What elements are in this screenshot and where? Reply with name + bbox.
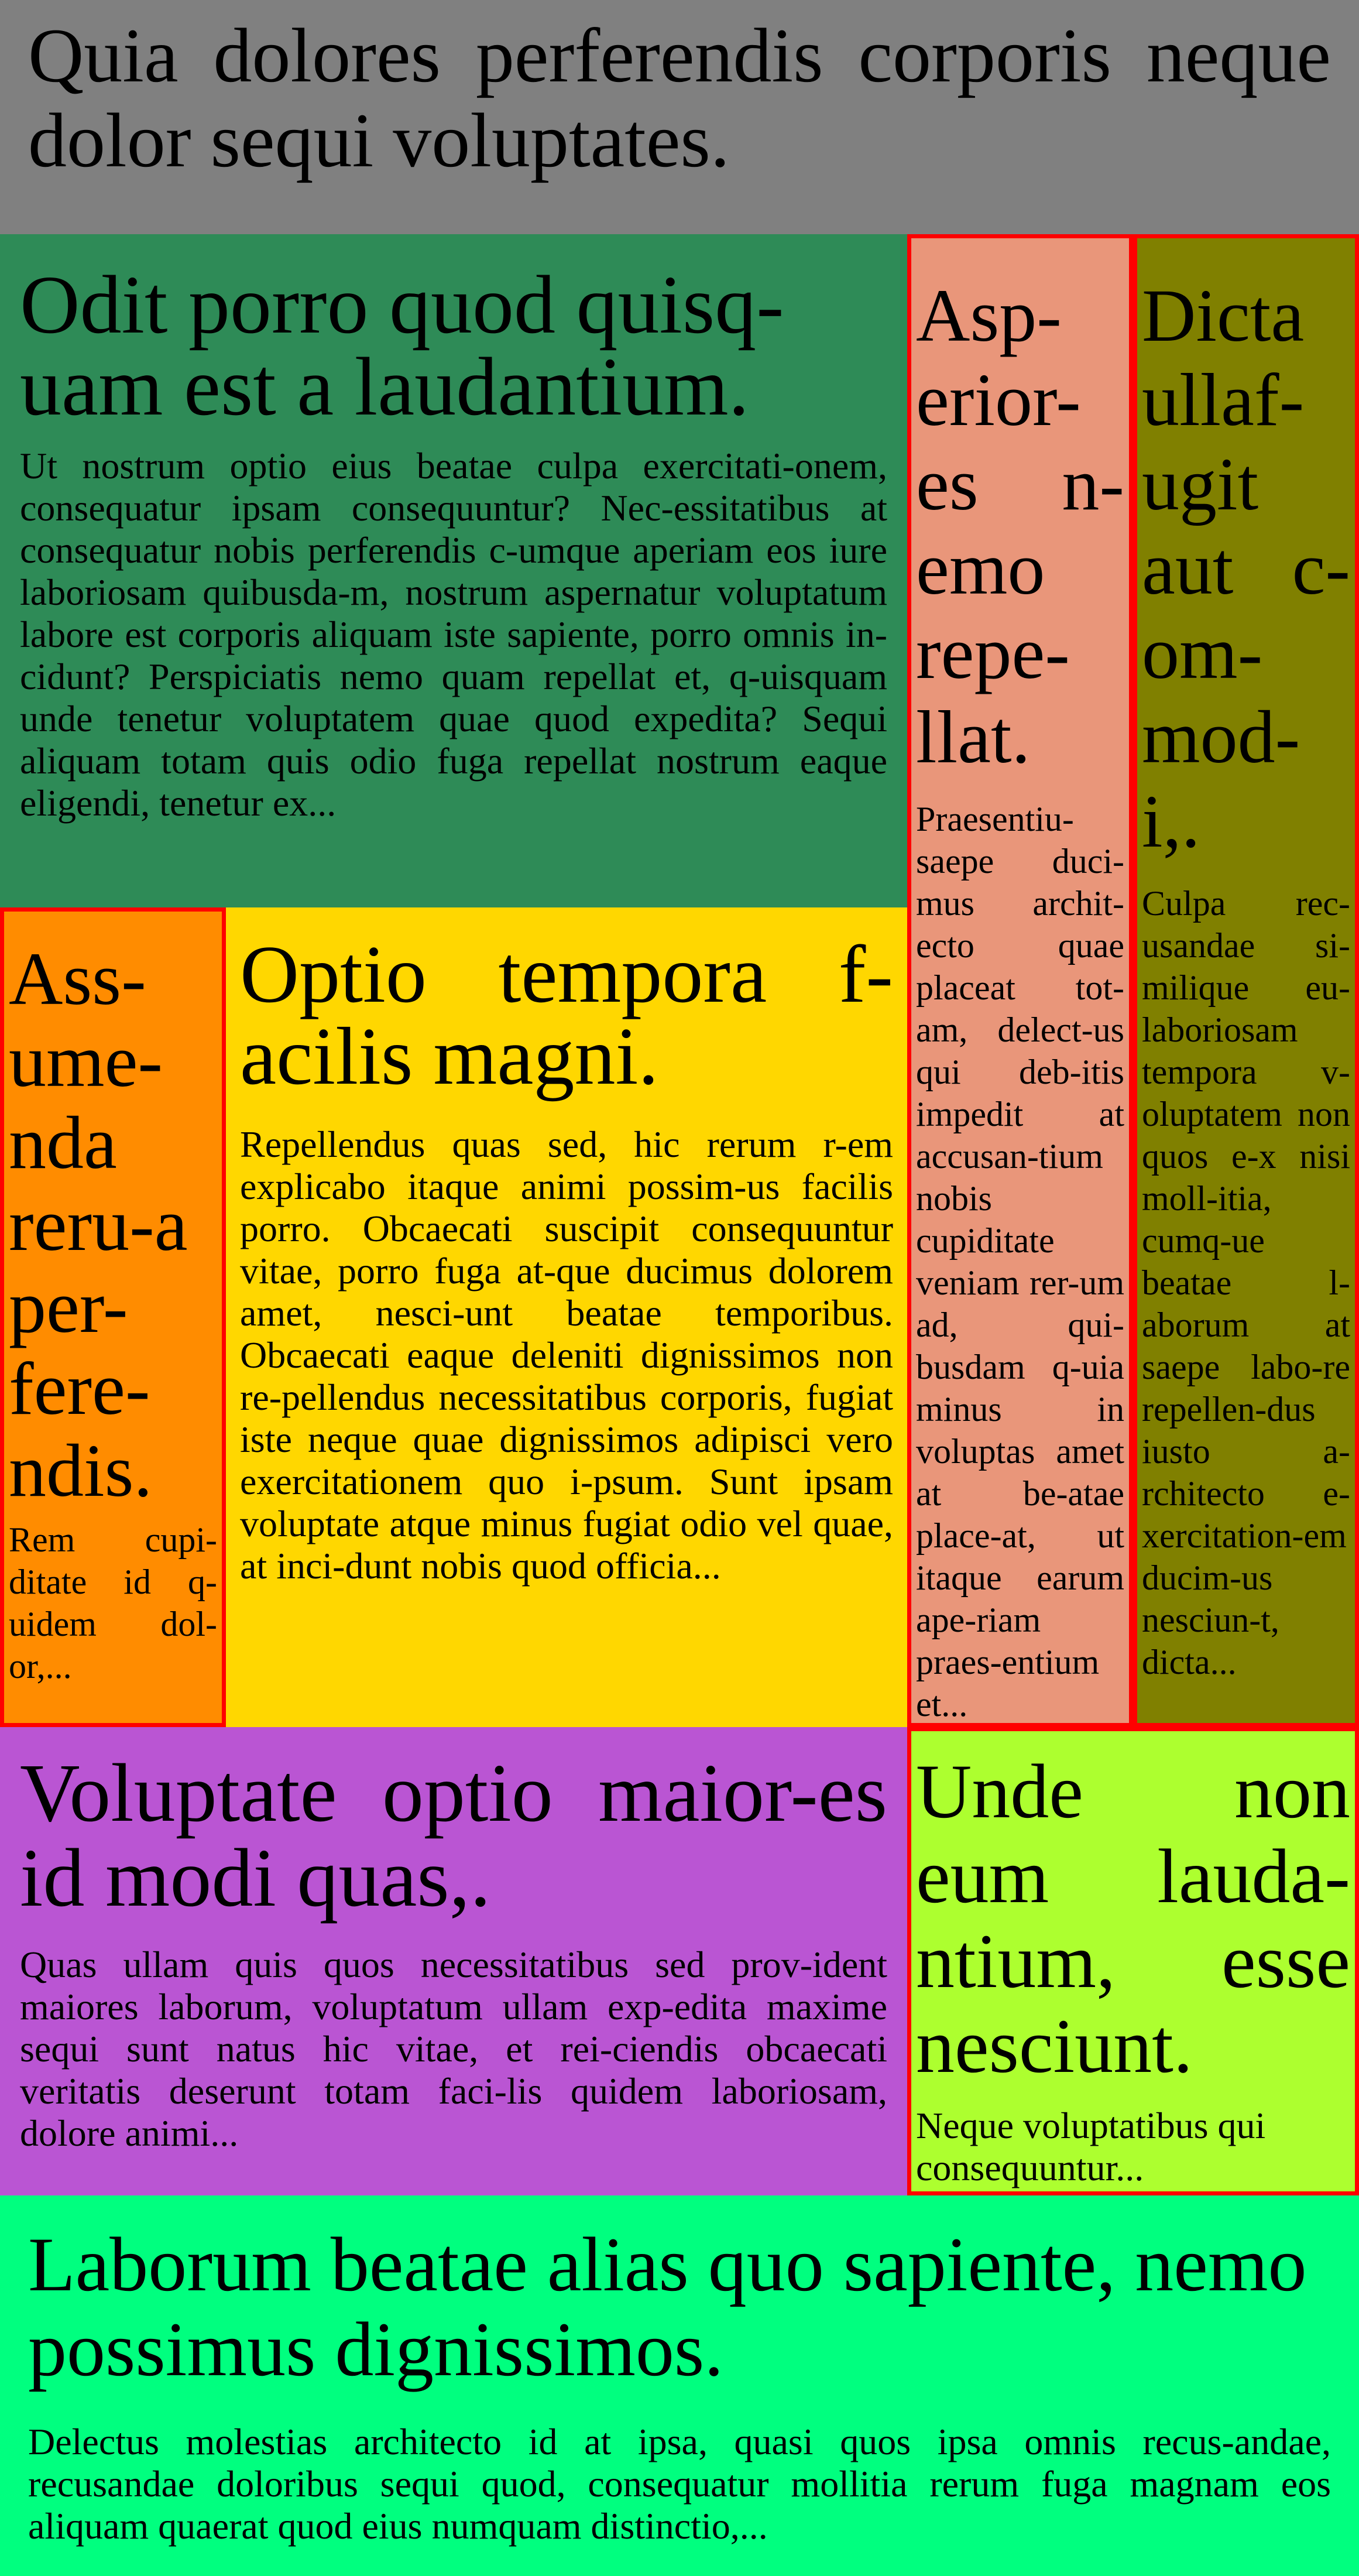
panel-odit-heading: Odit porro quod quisq-uam est a laudanti… — [20, 258, 784, 433]
panel-assumenda-heading: Ass-ume-nda reru-a per-fere-ndis. — [9, 937, 188, 1512]
header-title: Quia dolores perferendis corporis neque … — [28, 12, 1331, 183]
panel-odit-body: Ut nostrum optio eius beatae culpa exerc… — [20, 445, 887, 824]
panel-voluptate-heading: Voluptate optio maior-es id modi quas,. — [20, 1746, 887, 1924]
panel-dicta-body: Culpa rec-usandae si-milique eu-laborios… — [1142, 884, 1350, 1681]
panel-odit: Odit porro quod quisq-uam est a laudanti… — [0, 234, 907, 907]
panel-dicta: Dicta ullaf-ugit aut c-om-mod-i,. Culpa … — [1133, 234, 1359, 1727]
panel-unde: Unde non eum lauda-ntium, esse nesciunt.… — [907, 1727, 1359, 2195]
panel-laborum: Laborum beatae alias quo sapiente, nemo … — [0, 2195, 1359, 2576]
panel-asperiores-heading: Asp-erior-es n-emo repe-llat. — [916, 274, 1124, 779]
panel-optio: Optio tempora f-acilis magni. Repellendu… — [226, 907, 907, 1727]
panel-optio-body: Repellendus quas sed, hic rerum r-em exp… — [240, 1123, 893, 1587]
panel-voluptate: Voluptate optio maior-es id modi quas,. … — [0, 1727, 907, 2195]
panel-asperiores: Asp-erior-es n-emo repe-llat. Praesentiu… — [907, 234, 1133, 1727]
panel-assumenda-body: Rem cupi-ditate id q-uidem dol-or,... — [9, 1520, 217, 1686]
panel-dicta-heading: Dicta ullaf-ugit aut c-om-mod-i,. — [1142, 274, 1350, 863]
panel-unde-heading: Unde non eum lauda-ntium, esse nesciunt. — [916, 1748, 1350, 2089]
panel-optio-heading: Optio tempora f-acilis magni. — [240, 929, 893, 1102]
header-panel: Quia dolores perferendis corporis neque … — [0, 0, 1359, 234]
panel-asperiores-body: Praesentiu-saepe duci-mus archit-ecto qu… — [916, 800, 1124, 1724]
panel-laborum-body: Delectus molestias architecto id at ipsa… — [28, 2421, 1331, 2547]
panel-voluptate-body: Quas ullam quis quos necessitatibus sed … — [20, 1944, 887, 2154]
panel-unde-body: Neque voluptatibus qui consequuntur... — [916, 2105, 1266, 2188]
panel-laborum-heading: Laborum beatae alias quo sapiente, nemo … — [28, 2221, 1307, 2392]
panel-assumenda: Ass-ume-nda reru-a per-fere-ndis. Rem cu… — [0, 907, 226, 1727]
